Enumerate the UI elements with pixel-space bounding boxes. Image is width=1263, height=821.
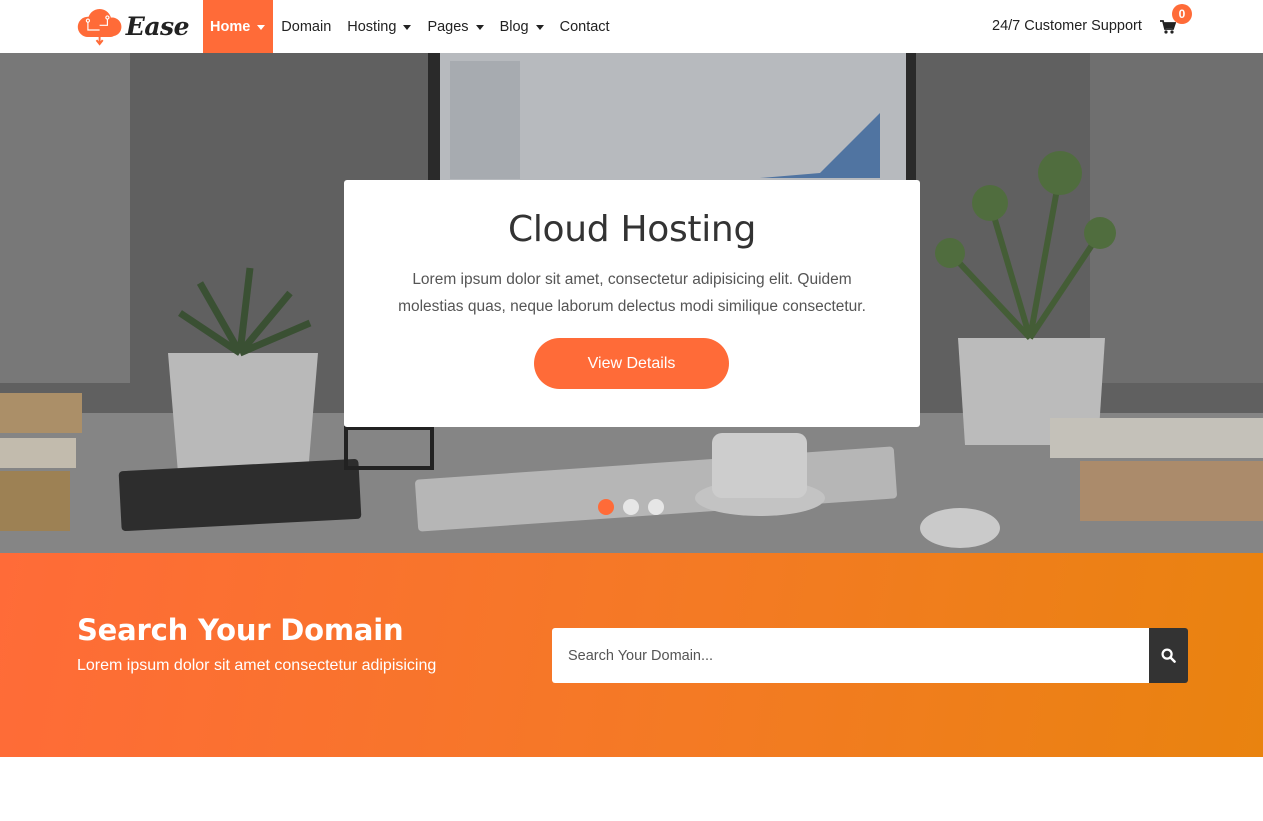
brand-name: Ease [125,12,190,41]
domain-search-input[interactable] [552,628,1149,683]
view-details-button[interactable]: View Details [534,338,729,389]
slider-pagination [598,499,664,515]
cart-count-badge: 0 [1172,4,1192,24]
caret-down-icon [535,24,544,30]
caret-down-icon [475,24,484,30]
caret-down-icon [257,24,266,30]
hero-slider: Cloud Hosting Lorem ipsum dolor sit amet… [0,53,1263,553]
nav-item-label: Domain [281,18,332,35]
nav-item-label: Contact [559,18,610,35]
search-section-title: Search Your Domain [77,613,404,647]
nav-item-home[interactable]: Home [203,0,274,53]
slider-dot-1[interactable] [598,499,614,515]
main-nav: Home Domain Hosting Pages Blog Contact [203,0,618,53]
nav-item-domain[interactable]: Domain [273,0,339,53]
search-section-subtitle: Lorem ipsum dolor sit amet consectetur a… [77,657,437,674]
domain-search-section: Search Your Domain Lorem ipsum dolor sit… [0,553,1263,757]
nav-item-label: Home [210,18,251,35]
nav-item-hosting[interactable]: Hosting [339,0,419,53]
navbar: Ease Home Domain Hosting Pages Blog Cont… [0,0,1263,53]
caret-down-icon [403,24,412,30]
cart-icon[interactable] [1160,19,1176,35]
hero-caption-card: Cloud Hosting Lorem ipsum dolor sit amet… [344,180,920,427]
nav-item-blog[interactable]: Blog [492,0,552,53]
search-icon [1161,648,1176,663]
nav-item-label: Pages [427,18,469,35]
nav-item-label: Blog [499,18,529,35]
hero-description: Lorem ipsum dolor sit amet, consectetur … [398,271,866,315]
slider-dot-3[interactable] [648,499,664,515]
slider-dot-2[interactable] [623,499,639,515]
nav-item-pages[interactable]: Pages [419,0,491,53]
hero-title: Cloud Hosting [507,209,756,250]
nav-item-label: Hosting [347,18,397,35]
brand-logo[interactable]: Ease [77,3,190,50]
nav-item-contact[interactable]: Contact [552,0,618,53]
domain-search-button[interactable] [1149,628,1188,683]
customer-support-link[interactable]: 24/7 Customer Support [992,18,1142,34]
cloud-logo-icon [77,8,122,46]
